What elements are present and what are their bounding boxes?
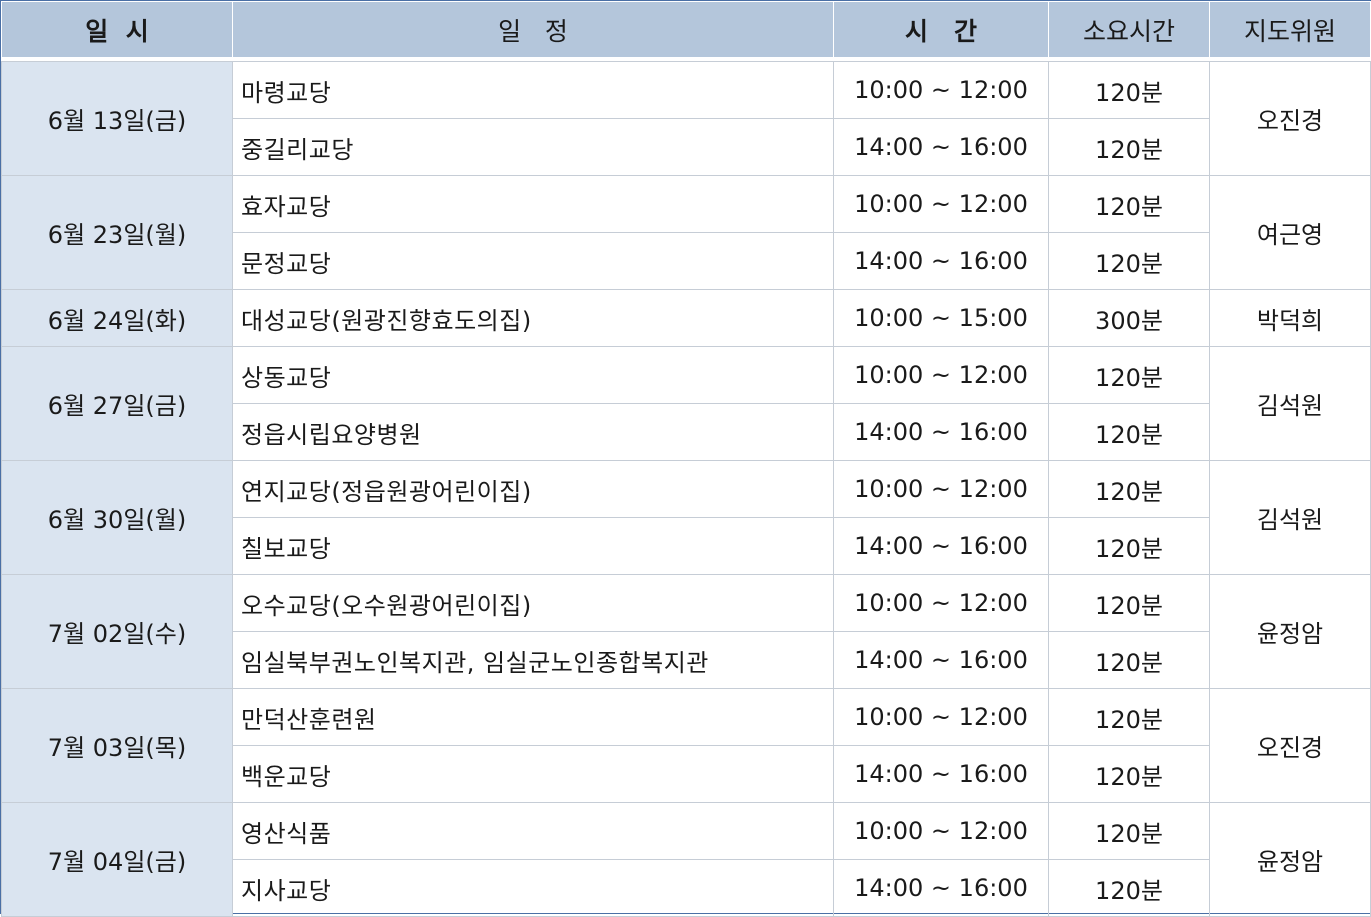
schedule-body: 6월 13일(금) 마령교당 10:00 ~ 12:00 120분 오진경 중길리교당 14… (1, 57, 1371, 917)
duration-cell: 120분 (1048, 175, 1210, 233)
date-cell: 7월 04일(금) (1, 802, 233, 917)
header-time: 시 간 (833, 1, 1049, 58)
date-cell: 7월 02일(수) (1, 574, 233, 689)
instructor-cell: 오진경 (1209, 688, 1371, 803)
instructor-cell: 김석원 (1209, 346, 1371, 461)
instructor-cell: 여근영 (1209, 175, 1371, 290)
schedule-cell: 마령교당 (232, 61, 834, 119)
schedule-cell: 만덕산훈련원 (232, 688, 834, 746)
time-cell: 14:00 ~ 16:00 (833, 403, 1049, 461)
time-cell: 14:00 ~ 16:00 (833, 517, 1049, 575)
table-row: 6월 27일(금) 상동교당 10:00 ~ 12:00 120분 김석원 (1, 346, 1371, 461)
time-cell: 14:00 ~ 16:00 (833, 859, 1049, 917)
time-cell: 14:00 ~ 16:00 (833, 745, 1049, 803)
table-row: 7월 03일(목) 만덕산훈련원 10:00 ~ 12:00 120분 오진경 (1, 688, 1371, 803)
duration-cell: 300분 (1048, 289, 1210, 347)
time-cell: 10:00 ~ 12:00 (833, 346, 1049, 404)
time-cell: 10:00 ~ 12:00 (833, 802, 1049, 860)
schedule-cell: 오수교당(오수원광어린이집) (232, 574, 834, 632)
date-cell: 6월 24일(화) (1, 289, 233, 347)
duration-cell: 120분 (1048, 346, 1210, 404)
time-cell: 14:00 ~ 16:00 (833, 631, 1049, 689)
time-cell: 10:00 ~ 12:00 (833, 61, 1049, 119)
time-cell: 14:00 ~ 16:00 (833, 118, 1049, 176)
instructor-cell: 박덕희 (1209, 289, 1371, 347)
schedule-cell: 정읍시립요양병원 (232, 403, 834, 461)
duration-cell: 120분 (1048, 631, 1210, 689)
table-row: 6월 30일(월) 연지교당(정읍원광어린이집) 10:00 ~ 12:00 120분… (1, 460, 1371, 575)
schedule-table: 일 시 일 정 시 간 소요시간 지도위원 6월 13일(금) 마령교당 10:00… (1, 1, 1371, 917)
time-cell: 10:00 ~ 12:00 (833, 574, 1049, 632)
instructor-cell: 윤정암 (1209, 574, 1371, 689)
schedule-table-container: 일 시 일 정 시 간 소요시간 지도위원 6월 13일(금) 마령교당 10:00… (0, 0, 1371, 917)
duration-cell: 120분 (1048, 232, 1210, 290)
header-duration: 소요시간 (1048, 1, 1210, 58)
table-row: 7월 04일(금) 영산식품 10:00 ~ 12:00 120분 윤정암 (1, 802, 1371, 917)
header-instructor: 지도위원 (1209, 1, 1371, 58)
schedule-cell: 문정교당 (232, 232, 834, 290)
instructor-cell: 김석원 (1209, 460, 1371, 575)
schedule-cell: 연지교당(정읍원광어린이집) (232, 460, 834, 518)
table-row: 6월 13일(금) 마령교당 10:00 ~ 12:00 120분 오진경 (1, 61, 1371, 176)
date-cell: 7월 03일(목) (1, 688, 233, 803)
time-cell: 10:00 ~ 12:00 (833, 688, 1049, 746)
schedule-cell: 임실북부권노인복지관, 임실군노인종합복지관 (232, 631, 834, 689)
schedule-cell: 중길리교당 (232, 118, 834, 176)
header-row: 일 시 일 정 시 간 소요시간 지도위원 (1, 1, 1371, 58)
duration-cell: 120분 (1048, 859, 1210, 917)
date-cell: 6월 27일(금) (1, 346, 233, 461)
instructor-cell: 오진경 (1209, 61, 1371, 176)
date-cell: 6월 23일(월) (1, 175, 233, 290)
schedule-cell: 칠보교당 (232, 517, 834, 575)
time-cell: 14:00 ~ 16:00 (833, 232, 1049, 290)
schedule-cell: 대성교당(원광진향효도의집) (232, 289, 834, 347)
duration-cell: 120분 (1048, 802, 1210, 860)
duration-cell: 120분 (1048, 745, 1210, 803)
duration-cell: 120분 (1048, 61, 1210, 119)
duration-cell: 120분 (1048, 517, 1210, 575)
header-schedule: 일 정 (232, 1, 834, 58)
instructor-cell: 윤정암 (1209, 802, 1371, 917)
header-date: 일 시 (1, 1, 233, 58)
time-cell: 10:00 ~ 12:00 (833, 175, 1049, 233)
table-row: 7월 02일(수) 오수교당(오수원광어린이집) 10:00 ~ 12:00 120분… (1, 574, 1371, 689)
schedule-cell: 영산식품 (232, 802, 834, 860)
duration-cell: 120분 (1048, 403, 1210, 461)
duration-cell: 120분 (1048, 688, 1210, 746)
schedule-cell: 백운교당 (232, 745, 834, 803)
table-row: 6월 23일(월) 효자교당 10:00 ~ 12:00 120분 여근영 (1, 175, 1371, 290)
duration-cell: 120분 (1048, 118, 1210, 176)
date-cell: 6월 30일(월) (1, 460, 233, 575)
schedule-cell: 지사교당 (232, 859, 834, 917)
schedule-cell: 효자교당 (232, 175, 834, 233)
schedule-cell: 상동교당 (232, 346, 834, 404)
date-cell: 6월 13일(금) (1, 61, 233, 176)
duration-cell: 120분 (1048, 460, 1210, 518)
duration-cell: 120분 (1048, 574, 1210, 632)
time-cell: 10:00 ~ 15:00 (833, 289, 1049, 347)
time-cell: 10:00 ~ 12:00 (833, 460, 1049, 518)
table-row: 6월 24일(화) 대성교당(원광진향효도의집) 10:00 ~ 15:00 300분… (1, 289, 1371, 347)
